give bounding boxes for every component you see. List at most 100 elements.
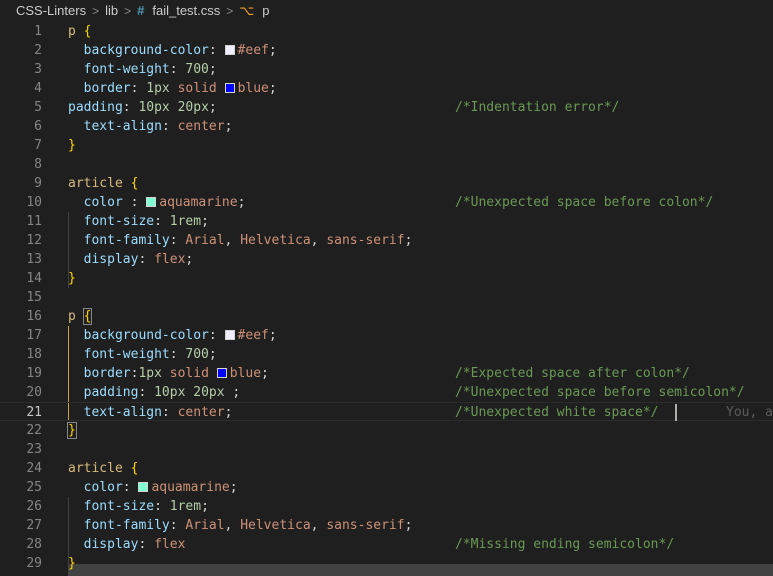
color-swatch[interactable] xyxy=(224,45,235,55)
code-token: , xyxy=(224,233,241,248)
code-text: } xyxy=(68,554,76,573)
code-text: } xyxy=(68,269,76,288)
code-line[interactable]: 13 display: flex; xyxy=(0,250,773,269)
breadcrumb-file[interactable]: fail_test.css xyxy=(152,0,220,22)
code-editor[interactable]: 1p {2 background-color: #eef; 3 font-weig… xyxy=(0,22,773,576)
code-line[interactable]: 3 font-weight: 700; xyxy=(0,60,773,79)
code-line[interactable]: 15 xyxy=(0,288,773,307)
code-line[interactable]: 29} xyxy=(0,554,773,573)
code-token: color xyxy=(83,195,123,210)
color-swatch[interactable] xyxy=(216,368,227,378)
symbol-class-icon: ⌥ xyxy=(239,3,255,18)
line-number: 19 xyxy=(26,366,42,381)
code-text: font-family: Arial, Helvetica, sans-seri… xyxy=(68,231,413,250)
code-line[interactable]: 9 article { xyxy=(0,174,773,193)
code-token: Arial xyxy=(185,233,225,248)
code-text: display: flex; xyxy=(68,250,194,269)
code-token: p xyxy=(68,24,76,39)
line-number: 8 xyxy=(34,157,42,172)
code-comment: /*Expected space after colon*/ xyxy=(455,366,690,381)
code-token: aquamarine xyxy=(159,195,238,210)
code-line[interactable]: 17 background-color: #eef; xyxy=(0,326,773,345)
code-line[interactable]: 20 padding: 10px 20px ; /*Unexpected spac… xyxy=(0,383,773,402)
line-number: 6 xyxy=(34,119,42,134)
breadcrumb-symbol[interactable]: p xyxy=(262,0,269,22)
code-text: padding: 10px 20px; xyxy=(68,98,217,117)
code-comment: /*Indentation error*/ xyxy=(455,100,620,115)
code-token: aquamarine xyxy=(151,480,230,495)
code-token: } xyxy=(68,556,76,571)
code-token: 10px xyxy=(154,385,186,400)
code-text: font-size: 1rem; xyxy=(68,212,209,231)
code-line[interactable]: 12 font-family: Arial, Helvetica, sans-s… xyxy=(0,231,773,250)
code-token: ; xyxy=(201,499,209,514)
line-number: 25 xyxy=(26,480,42,495)
code-token: : xyxy=(138,537,155,552)
code-token: padding xyxy=(83,385,139,400)
line-number: 16 xyxy=(26,309,42,324)
code-line[interactable]: 1 p { xyxy=(0,22,773,41)
line-number: 4 xyxy=(34,81,42,96)
code-line[interactable]: 23 xyxy=(0,440,773,459)
code-token: ; xyxy=(404,518,413,533)
code-line[interactable]: 26 font-size: 1rem; xyxy=(0,497,773,516)
code-line[interactable]: 14} xyxy=(0,269,773,288)
code-token: p xyxy=(68,309,76,324)
code-line[interactable]: 10 color : aquamarine; /*Unexpected space… xyxy=(0,193,773,212)
code-line[interactable]: 7} xyxy=(0,136,773,155)
breadcrumb-folder-lib[interactable]: lib xyxy=(105,0,118,22)
code-line[interactable]: 5 padding: 10px 20px; /*Indentation error*… xyxy=(0,98,773,117)
code-text: text-align: center; xyxy=(68,117,233,136)
code-comment: /*Unexpected space before colon*/ xyxy=(455,195,714,210)
line-number: 2 xyxy=(34,43,42,58)
code-line[interactable]: 22} xyxy=(0,421,773,440)
color-swatch[interactable] xyxy=(138,482,149,492)
code-line[interactable]: 2 background-color: #eef; xyxy=(0,41,773,60)
code-token: ; xyxy=(261,366,269,381)
color-swatch[interactable] xyxy=(224,83,235,93)
code-line[interactable]: 18 font-weight: 700; xyxy=(0,345,773,364)
code-line[interactable]: 24 article { xyxy=(0,459,773,478)
code-token: { xyxy=(130,176,139,191)
code-token: article xyxy=(68,176,123,191)
code-line[interactable]: 21 text-align: center; /*Unexpected white… xyxy=(0,402,773,421)
code-line[interactable]: 4 border: 1px solid blue; xyxy=(0,79,773,98)
code-text: article { xyxy=(68,174,138,193)
breadcrumb-folder-root[interactable]: CSS-Linters xyxy=(16,0,86,22)
code-text: font-weight: 700; xyxy=(68,60,217,79)
code-token: background-color xyxy=(83,43,209,58)
code-token: font-size xyxy=(83,214,155,229)
line-number: 5 xyxy=(34,100,42,115)
code-token: border xyxy=(83,81,131,96)
code-token: border xyxy=(83,366,131,381)
line-number: 20 xyxy=(26,385,42,400)
code-token: ; xyxy=(201,214,209,229)
code-token: ; xyxy=(404,233,413,248)
code-line[interactable]: 19 border:1px solid blue; /*Expected spac… xyxy=(0,364,773,383)
code-line[interactable]: 27 font-family: Arial, Helvetica, sans-s… xyxy=(0,516,773,535)
code-line[interactable]: 11 font-size: 1rem; xyxy=(0,212,773,231)
code-line[interactable]: 8 xyxy=(0,155,773,174)
line-number: 11 xyxy=(26,214,42,229)
code-token: : xyxy=(122,100,139,115)
code-token: 1rem xyxy=(169,499,202,514)
color-swatch[interactable] xyxy=(146,197,157,207)
code-line[interactable]: 28 display: flex /*Missing ending semicol… xyxy=(0,535,773,554)
line-number: 18 xyxy=(26,347,42,362)
code-line[interactable]: 16 p { xyxy=(0,307,773,326)
code-text: color : aquamarine; xyxy=(68,193,246,212)
code-token: 20px xyxy=(177,100,209,115)
code-token: display xyxy=(83,537,139,552)
color-swatch[interactable] xyxy=(224,330,235,340)
code-line[interactable]: 6 text-align: center; xyxy=(0,117,773,136)
code-token: ; xyxy=(229,480,238,495)
code-token: font-weight xyxy=(83,347,170,362)
code-token: : xyxy=(208,328,225,343)
code-line[interactable]: 25 color: aquamarine; xyxy=(0,478,773,497)
